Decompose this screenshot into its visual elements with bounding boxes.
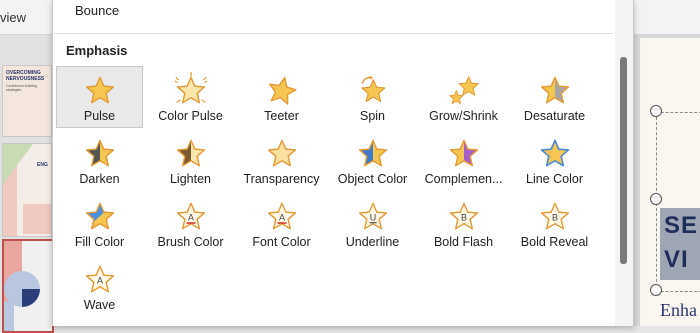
desaturate-star-icon xyxy=(540,76,569,104)
complementary-color-star-icon xyxy=(449,139,478,167)
scrollbar-thumb[interactable] xyxy=(620,57,627,264)
bold-reveal-star-icon: B xyxy=(540,202,569,230)
svg-text:A: A xyxy=(97,275,103,285)
svg-text:U: U xyxy=(369,212,375,222)
grow-shrink-star-icon xyxy=(448,76,479,104)
svg-text:B: B xyxy=(461,212,467,222)
effect-item-spin[interactable]: Spin xyxy=(329,66,416,128)
effect-item-object-color[interactable]: Object Color xyxy=(329,129,416,191)
fill-color-star-icon xyxy=(85,202,114,230)
transparency-star-icon xyxy=(267,139,296,167)
effect-bounce-label[interactable]: Bounce xyxy=(75,3,119,18)
underline-star-icon: U xyxy=(358,202,387,230)
effect-label: Desaturate xyxy=(523,109,586,123)
effect-item-desaturate[interactable]: Desaturate xyxy=(511,66,598,128)
effect-item-bold-reveal[interactable]: B Bold Reveal xyxy=(511,192,598,254)
emphasis-section-header: Emphasis xyxy=(66,43,128,58)
effect-item-transparency[interactable]: Transparency xyxy=(238,129,325,191)
thumbnail-title: ENG xyxy=(37,162,48,168)
pulse-star-icon xyxy=(85,76,114,104)
color-pulse-star-icon xyxy=(174,72,207,104)
bold-flash-star-icon: B xyxy=(449,202,478,230)
effect-item-line-color[interactable]: Line Color xyxy=(511,129,598,191)
effect-label: Darken xyxy=(79,172,120,186)
effect-label: Brush Color xyxy=(157,235,224,249)
line-color-star-icon xyxy=(540,139,569,167)
effect-item-underline[interactable]: U Underline xyxy=(329,192,416,254)
ribbon-tab-view[interactable]: view xyxy=(0,10,26,25)
effect-label: Grow/Shrink xyxy=(429,109,498,123)
spin-star-icon xyxy=(360,75,385,102)
section-divider xyxy=(53,33,613,34)
gallery-scrollbar[interactable] xyxy=(615,0,633,326)
effect-item-wave[interactable]: A Wave xyxy=(56,255,143,317)
thumbnail-subtitle: Confidence-building strategies xyxy=(6,84,37,92)
effect-label: Wave xyxy=(83,298,116,312)
effect-item-font-color[interactable]: A Font Color xyxy=(238,192,325,254)
effect-label: Teeter xyxy=(264,109,299,123)
effect-label: Bold Flash xyxy=(433,235,494,249)
slide-title-line: SE xyxy=(664,212,699,239)
effect-label: Transparency xyxy=(243,172,320,186)
effect-item-bold-flash[interactable]: B Bold Flash xyxy=(420,192,507,254)
resize-handle[interactable] xyxy=(650,105,662,117)
effect-label: Lighten xyxy=(169,172,211,186)
resize-handle[interactable] xyxy=(650,193,662,205)
thumbnail-title: OVERCOMING NERVOUSNESS xyxy=(6,70,45,82)
effect-label: Bold Reveal xyxy=(520,235,589,249)
effect-label: Underline xyxy=(345,235,400,249)
svg-text:A: A xyxy=(188,212,194,222)
effect-item-complemen[interactable]: Complemen... xyxy=(420,129,507,191)
effect-label: Complemen... xyxy=(424,172,503,186)
brush-color-star-icon: A xyxy=(176,202,205,230)
effect-label: Fill Color xyxy=(74,235,125,249)
effect-item-teeter[interactable]: Teeter xyxy=(238,66,325,128)
effect-item-pulse[interactable]: Pulse xyxy=(56,66,143,128)
effect-item-fill-color[interactable]: Fill Color xyxy=(56,192,143,254)
pie-chart-image xyxy=(4,241,40,307)
effect-item-brush-color[interactable]: A Brush Color xyxy=(147,192,234,254)
slide-title-line: VI xyxy=(664,246,689,273)
effect-label: Pulse xyxy=(83,109,116,123)
lighten-star-icon xyxy=(176,139,205,167)
resize-handle[interactable] xyxy=(650,284,662,296)
wave-star-icon: A xyxy=(85,265,114,293)
effect-label: Line Color xyxy=(526,172,583,186)
svg-text:A: A xyxy=(279,212,285,222)
slide-thumbnail[interactable]: ENG xyxy=(2,143,52,237)
slide-thumbnail[interactable]: OVERCOMING NERVOUSNESS Confidence-buildi… xyxy=(2,65,52,137)
svg-text:B: B xyxy=(552,212,558,222)
effect-item-grow-shrink[interactable]: Grow/Shrink xyxy=(420,66,507,128)
font-color-star-icon: A xyxy=(267,202,296,230)
effect-label: Spin xyxy=(359,109,386,123)
animation-gallery-panel[interactable]: Bounce Emphasis Pulse Color Pulse Teeter … xyxy=(52,0,634,326)
effect-label: Color Pulse xyxy=(158,109,223,123)
object-color-star-icon xyxy=(358,139,387,167)
slide-thumbnail-pane[interactable]: OVERCOMING NERVOUSNESS Confidence-buildi… xyxy=(0,35,54,333)
slide-subtitle: Enha xyxy=(660,300,697,320)
effect-item-lighten[interactable]: Lighten xyxy=(147,129,234,191)
slide-thumbnail-selected[interactable] xyxy=(2,239,54,333)
effect-label: Font Color xyxy=(252,235,311,249)
teeter-star-icon xyxy=(268,76,297,105)
effect-item-color-pulse[interactable]: Color Pulse xyxy=(147,66,234,128)
darken-star-icon xyxy=(85,139,114,167)
effect-label: Object Color xyxy=(337,172,408,186)
effect-item-darken[interactable]: Darken xyxy=(56,129,143,191)
